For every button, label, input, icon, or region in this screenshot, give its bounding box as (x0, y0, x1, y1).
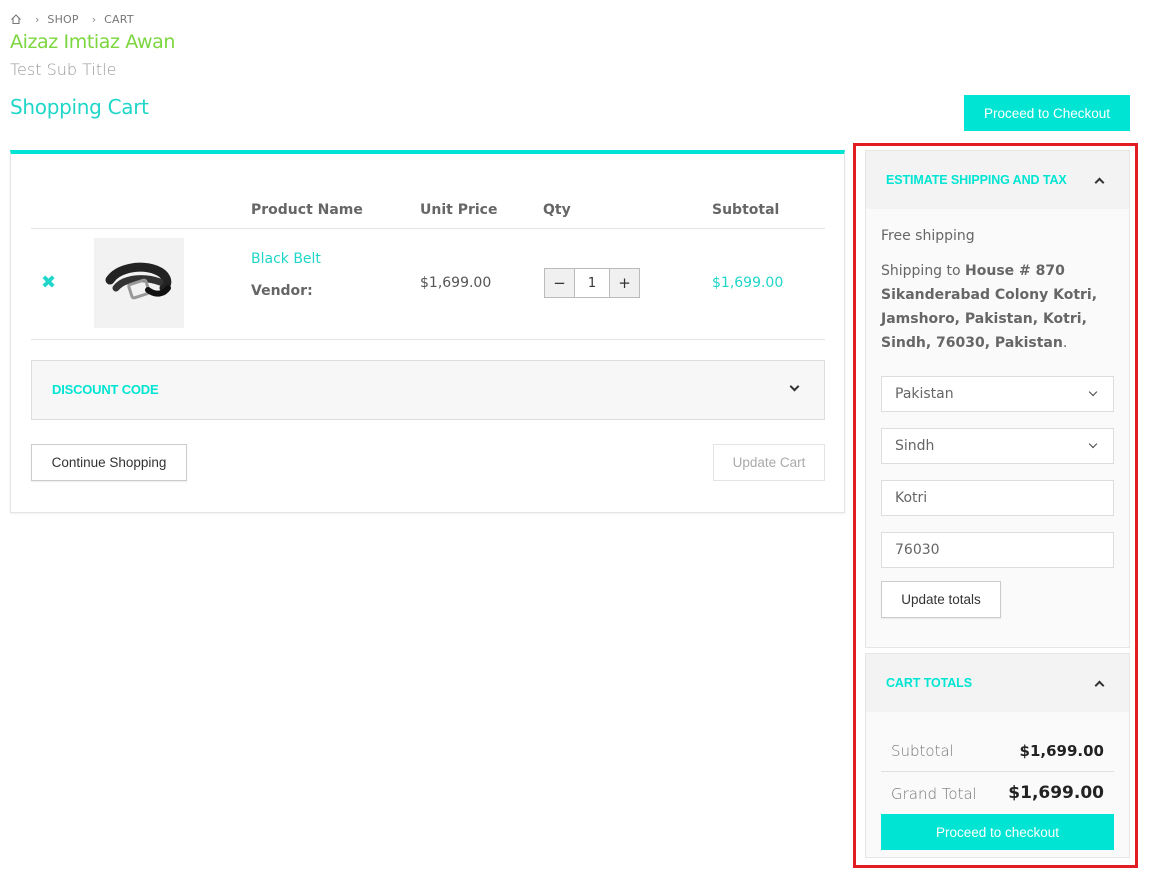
table-divider (31, 339, 825, 340)
header-subtotal: Subtotal (712, 202, 780, 218)
quantity-stepper: − 1 + (544, 268, 640, 298)
table-divider (31, 228, 825, 229)
update-cart-button[interactable]: Update Cart (713, 444, 825, 481)
discount-code-toggle[interactable]: DISCOUNT CODE (31, 360, 825, 420)
breadcrumb-shop[interactable]: SHOP (47, 13, 78, 26)
breadcrumb-separator-icon: › (91, 12, 97, 26)
product-name-link[interactable]: Black Belt (251, 251, 321, 267)
breadcrumb: › SHOP › CART (10, 12, 134, 26)
highlight-frame (853, 143, 1138, 868)
row-subtotal: $1,699.00 (712, 275, 784, 291)
close-icon[interactable]: ✖ (41, 272, 56, 293)
quantity-input[interactable]: 1 (574, 269, 610, 297)
header-unit-price: Unit Price (420, 202, 498, 218)
proceed-to-checkout-button[interactable]: Proceed to Checkout (964, 95, 1130, 131)
product-image[interactable] (94, 238, 184, 328)
continue-shopping-button[interactable]: Continue Shopping (31, 444, 187, 481)
unit-price: $1,699.00 (420, 275, 492, 291)
home-icon[interactable] (10, 13, 22, 25)
breadcrumb-separator-icon: › (35, 12, 40, 26)
header-product-name: Product Name (251, 202, 363, 218)
cart-panel: Product Name Unit Price Qty Subtotal ✖ B… (10, 150, 845, 513)
chevron-down-icon (789, 381, 800, 392)
header-qty: Qty (543, 202, 571, 218)
store-title[interactable]: Aizaz Imtiaz Awan (10, 31, 175, 53)
belt-image (105, 262, 172, 300)
decrease-qty-button[interactable]: − (545, 269, 574, 297)
store-sub-title: Test Sub Title (10, 60, 117, 79)
increase-qty-button[interactable]: + (610, 269, 639, 297)
vendor-label: Vendor: (251, 283, 313, 299)
breadcrumb-cart: CART (104, 12, 134, 26)
page-title: Shopping Cart (10, 95, 149, 119)
discount-code-label: DISCOUNT CODE (52, 382, 159, 397)
